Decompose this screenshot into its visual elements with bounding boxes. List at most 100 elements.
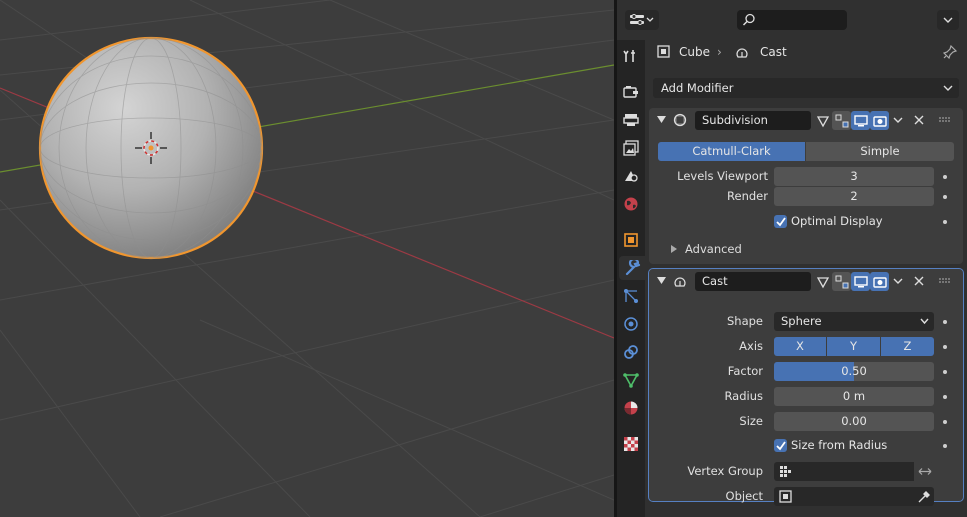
radius-field[interactable]: 0 m: [774, 387, 934, 406]
mesh-data-icon: [623, 373, 639, 388]
tab-world[interactable]: [619, 192, 643, 216]
render-toggle[interactable]: [870, 272, 889, 291]
properties-header: [617, 0, 967, 40]
3d-viewport[interactable]: [0, 0, 614, 517]
add-modifier-dropdown[interactable]: Add Modifier: [653, 78, 959, 98]
axis-label: Axis: [739, 339, 763, 353]
collapse-arrow-icon[interactable]: [657, 116, 666, 124]
tab-scene[interactable]: [619, 164, 643, 188]
keyframe-dot[interactable]: [943, 195, 947, 199]
output-icon: [623, 114, 639, 126]
modifier-name-field[interactable]: Cast: [695, 272, 811, 291]
size-field[interactable]: 0.00: [774, 412, 934, 431]
invert-vertex-group-toggle[interactable]: [915, 462, 934, 481]
realtime-toggle[interactable]: [851, 111, 870, 130]
view-layer-icon: [623, 140, 639, 156]
tab-physics[interactable]: [619, 312, 643, 336]
modifier-name-field[interactable]: Subdivision: [695, 111, 811, 130]
chevron-down-icon: [646, 17, 654, 22]
cast-panel-header[interactable]: Cast: [649, 269, 963, 293]
tab-view-layer[interactable]: [619, 136, 643, 160]
add-modifier-label: Add Modifier: [661, 81, 734, 95]
chevron-down-icon: [943, 17, 953, 23]
factor-slider[interactable]: 0.50: [774, 362, 934, 381]
tab-tool[interactable]: [619, 44, 643, 68]
render-icon: [623, 86, 638, 98]
tab-material[interactable]: [619, 396, 643, 420]
eyedropper-icon[interactable]: [917, 490, 930, 503]
render-levels-field[interactable]: 2: [774, 187, 934, 206]
properties-editor-icon: [630, 14, 644, 25]
tab-render[interactable]: [619, 80, 643, 104]
on-cage-toggle[interactable]: [832, 272, 851, 291]
properties-tabs: [617, 40, 647, 517]
edit-mode-toggle[interactable]: [813, 111, 832, 130]
keyframe-dot[interactable]: [943, 420, 947, 424]
size-from-radius-checkbox[interactable]: [774, 439, 787, 452]
tab-catmull-clark[interactable]: Catmull-Clark: [658, 142, 805, 161]
radius-label: Radius: [724, 389, 763, 403]
texture-icon: [624, 437, 638, 451]
breadcrumb-modifier: Cast: [760, 45, 787, 59]
size-from-radius-label: Size from Radius: [791, 438, 888, 452]
expand-arrow-icon[interactable]: [671, 245, 677, 253]
keyframe-dot[interactable]: [943, 345, 947, 349]
subdivision-modifier-icon: [673, 113, 687, 127]
subdivision-panel-header[interactable]: Subdivision: [649, 108, 963, 132]
collapse-arrow-icon[interactable]: [657, 277, 666, 285]
pin-icon[interactable]: [943, 45, 957, 59]
search-icon: [742, 13, 755, 26]
axis-y-toggle[interactable]: Y: [827, 337, 880, 356]
shape-label: Shape: [726, 314, 763, 328]
object-field[interactable]: [774, 487, 934, 506]
drag-handle-icon[interactable]: [939, 278, 951, 284]
options-dropdown-button[interactable]: [937, 10, 959, 30]
axis-x-toggle[interactable]: X: [774, 337, 826, 356]
tab-texture[interactable]: [619, 432, 643, 456]
tab-simple[interactable]: Simple: [806, 142, 954, 161]
tab-particles[interactable]: [619, 284, 643, 308]
particles-icon: [624, 289, 638, 303]
tab-object[interactable]: [619, 228, 643, 252]
checkmark-icon: [775, 440, 786, 450]
keyframe-dot[interactable]: [943, 395, 947, 399]
close-icon[interactable]: [914, 115, 924, 125]
keyframe-dot[interactable]: [943, 370, 947, 374]
object-label: Object: [725, 489, 763, 503]
optimal-display-checkbox[interactable]: [774, 215, 787, 228]
levels-viewport-field[interactable]: 3: [774, 167, 934, 186]
close-icon[interactable]: [914, 276, 924, 286]
realtime-toggle[interactable]: [851, 272, 870, 291]
keyframe-dot[interactable]: [943, 175, 947, 179]
keyframe-dot[interactable]: [943, 320, 947, 324]
camera-icon: [872, 276, 887, 288]
advanced-subpanel-label[interactable]: Advanced: [685, 242, 742, 256]
drag-handle-icon[interactable]: [939, 117, 951, 123]
cast-modifier-panel: Cast Shape Sphere Axis X Y Z Factor 0.50…: [648, 268, 964, 506]
world-icon: [624, 197, 638, 211]
editor-type-button[interactable]: [625, 10, 659, 30]
edit-mode-toggle[interactable]: [813, 272, 832, 291]
vertex-group-label: Vertex Group: [687, 464, 763, 478]
on-cage-toggle[interactable]: [832, 111, 851, 130]
chevron-down-icon[interactable]: [893, 276, 903, 286]
axis-z-toggle[interactable]: Z: [881, 337, 934, 356]
properties-editor: Cube › Cast Add Modifier Subdivision Cat…: [617, 0, 967, 517]
shape-value: Sphere: [781, 314, 822, 328]
chevron-down-icon[interactable]: [893, 115, 903, 125]
edit-mode-icon: [816, 276, 829, 288]
search-input[interactable]: [737, 10, 847, 30]
vertex-group-field[interactable]: [774, 462, 914, 481]
keyframe-dot[interactable]: [943, 444, 947, 448]
tab-data[interactable]: [619, 368, 643, 392]
shape-dropdown[interactable]: Sphere: [774, 312, 934, 331]
edit-mode-icon: [816, 115, 829, 127]
keyframe-dot[interactable]: [943, 220, 947, 224]
tab-constraints[interactable]: [619, 340, 643, 364]
render-toggle[interactable]: [870, 111, 889, 130]
scene-icon: [625, 171, 638, 182]
swap-arrows-icon: [918, 468, 932, 475]
tool-icon: [623, 50, 635, 62]
tab-modifiers[interactable]: [619, 256, 647, 280]
tab-output[interactable]: [619, 108, 643, 132]
